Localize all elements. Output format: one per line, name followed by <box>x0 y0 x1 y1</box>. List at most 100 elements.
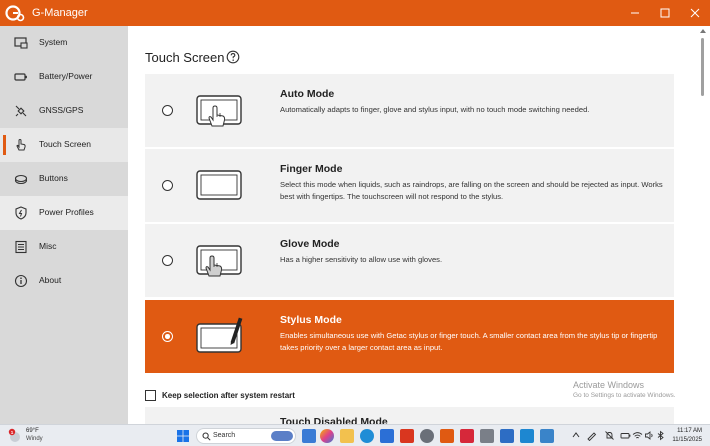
task-view-icon[interactable] <box>302 429 316 443</box>
scroll-up-arrow-icon[interactable] <box>699 28 707 34</box>
mode-title: Touch Disabled Mode <box>280 416 388 424</box>
info-icon <box>14 274 28 288</box>
search-icon <box>202 432 211 441</box>
volume-icon[interactable] <box>644 430 655 441</box>
mode-title: Finger Mode <box>280 163 343 175</box>
weather-description: Windy <box>26 436 43 442</box>
mode-card-finger[interactable]: Finger Mode Select this mode when liquid… <box>145 149 674 222</box>
sidebar-item-touch-screen[interactable]: Touch Screen <box>0 128 128 162</box>
tablet-touch-icon <box>196 95 242 127</box>
system-clock[interactable]: 11:17 AM 11/15/2025 <box>666 427 702 445</box>
glove-mode-radio[interactable] <box>162 255 173 266</box>
mode-description: Has a higher sensitivity to allow use wi… <box>280 255 443 264</box>
clock-date: 11/15/2025 <box>672 437 702 443</box>
minimize-icon <box>631 12 639 14</box>
mode-title: Auto Mode <box>280 88 335 100</box>
sidebar-item-label: Battery/Power <box>39 71 93 81</box>
sidebar-item-label: GNSS/GPS <box>39 105 84 115</box>
sidebar-item-buttons[interactable]: Buttons <box>0 162 128 196</box>
g-manager-logo-icon <box>5 5 25 22</box>
stylus-mode-radio[interactable] <box>162 331 173 342</box>
help-icon[interactable] <box>226 50 240 64</box>
keep-selection-label: Keep selection after system restart <box>162 391 295 400</box>
mode-description: Enables simultaneous use with Getac styl… <box>280 331 658 352</box>
store-icon[interactable] <box>520 429 534 443</box>
settings-gear-icon[interactable] <box>420 429 434 443</box>
mode-title: Glove Mode <box>280 238 340 250</box>
bluetooth-icon[interactable] <box>655 430 666 441</box>
mode-card-auto[interactable]: Auto Mode Automatically adapts to finger… <box>145 74 674 147</box>
page-title: Touch Screen <box>145 50 225 65</box>
sidebar: System Battery/Power GNSS/GPS Touch Scre… <box>0 26 128 424</box>
tablet-glove-icon <box>196 245 242 277</box>
sidebar-item-label: Power Profiles <box>39 207 94 217</box>
sidebar-item-label: Touch Screen <box>39 139 91 149</box>
buttons-icon <box>14 174 28 185</box>
tool-app-icon[interactable] <box>480 429 494 443</box>
weather-icon: 1 <box>8 428 20 442</box>
battery-icon <box>14 73 27 81</box>
file-explorer-icon[interactable] <box>340 429 354 443</box>
maximize-button[interactable] <box>650 0 680 26</box>
mode-description: Select this mode when liquids, such as r… <box>280 180 663 201</box>
windows-start-icon[interactable] <box>176 429 190 443</box>
mode-card-stylus[interactable]: Stylus Mode Enables simultaneous use wit… <box>145 300 674 373</box>
close-button[interactable] <box>680 0 710 26</box>
photos-icon[interactable] <box>540 429 554 443</box>
clock-time: 11:17 AM <box>677 428 702 434</box>
satellite-icon <box>15 105 27 117</box>
watermark-subtitle: Go to Settings to activate Windows. <box>573 392 676 399</box>
pen-icon[interactable] <box>586 430 597 441</box>
mode-card-touch-disabled[interactable]: Touch Disabled Mode <box>145 407 674 424</box>
close-icon <box>690 8 700 18</box>
edge-browser-icon[interactable] <box>360 429 374 443</box>
sidebar-item-label: Buttons <box>39 173 68 183</box>
active-indicator <box>3 135 6 155</box>
maximize-icon <box>660 8 670 18</box>
sidebar-item-label: Misc <box>39 241 57 251</box>
blue-app-icon[interactable] <box>500 429 514 443</box>
misc-icon <box>15 240 27 254</box>
sidebar-item-label: About <box>39 275 62 285</box>
battery-status-icon[interactable] <box>620 430 631 441</box>
scrollbar-thumb[interactable] <box>701 38 704 96</box>
keep-selection-checkbox[interactable] <box>145 390 156 401</box>
sidebar-item-gnss-gps[interactable]: GNSS/GPS <box>0 94 128 128</box>
tablet-stylus-icon <box>196 317 243 353</box>
wifi-icon[interactable] <box>632 430 643 441</box>
tablet-icon <box>196 170 242 200</box>
red-app-icon[interactable] <box>460 429 474 443</box>
vertical-scrollbar[interactable] <box>696 26 710 424</box>
weather-badge: 1 <box>11 430 14 435</box>
mode-title: Stylus Mode <box>280 314 342 326</box>
auto-mode-radio[interactable] <box>162 105 173 116</box>
mail-icon[interactable] <box>380 429 394 443</box>
sidebar-item-battery-power[interactable]: Battery/Power <box>0 60 128 94</box>
watermark-title: Activate Windows <box>573 380 645 390</box>
minimize-button[interactable] <box>620 0 650 26</box>
mode-card-glove[interactable]: Glove Mode Has a higher sensitivity to a… <box>145 224 674 297</box>
system-icon <box>14 37 28 49</box>
finger-mode-radio[interactable] <box>162 180 173 191</box>
main-content: Touch Screen Auto Mode Automatically ada… <box>128 26 696 424</box>
title-bar: G-Manager <box>0 0 710 26</box>
chevron-up-icon[interactable] <box>572 432 580 438</box>
g-manager-taskbar-icon[interactable] <box>440 429 454 443</box>
sidebar-item-about[interactable]: About <box>0 264 128 298</box>
taskbar-search-box[interactable]: Search <box>196 428 296 444</box>
sidebar-item-power-profiles[interactable]: Power Profiles <box>0 196 128 230</box>
weather-temperature: 69°F <box>26 428 39 434</box>
shield-icon <box>15 206 27 220</box>
activate-windows-watermark: Activate Windows Go to Settings to activ… <box>573 380 676 399</box>
copilot-icon[interactable] <box>320 429 334 443</box>
touch-hand-icon <box>16 138 26 151</box>
taskbar: 1 69°F Windy Search 11:17 AM 11/15/2025 <box>0 424 710 446</box>
search-highlight-icon <box>271 431 293 441</box>
weather-widget[interactable]: 1 69°F Windy <box>6 427 56 445</box>
mode-description: Automatically adapts to finger, glove an… <box>280 105 590 114</box>
office-icon[interactable] <box>400 429 414 443</box>
sidebar-item-system[interactable]: System <box>0 26 128 60</box>
sidebar-item-misc[interactable]: Misc <box>0 230 128 264</box>
notification-muted-icon[interactable] <box>604 430 615 441</box>
search-placeholder: Search <box>213 432 236 439</box>
